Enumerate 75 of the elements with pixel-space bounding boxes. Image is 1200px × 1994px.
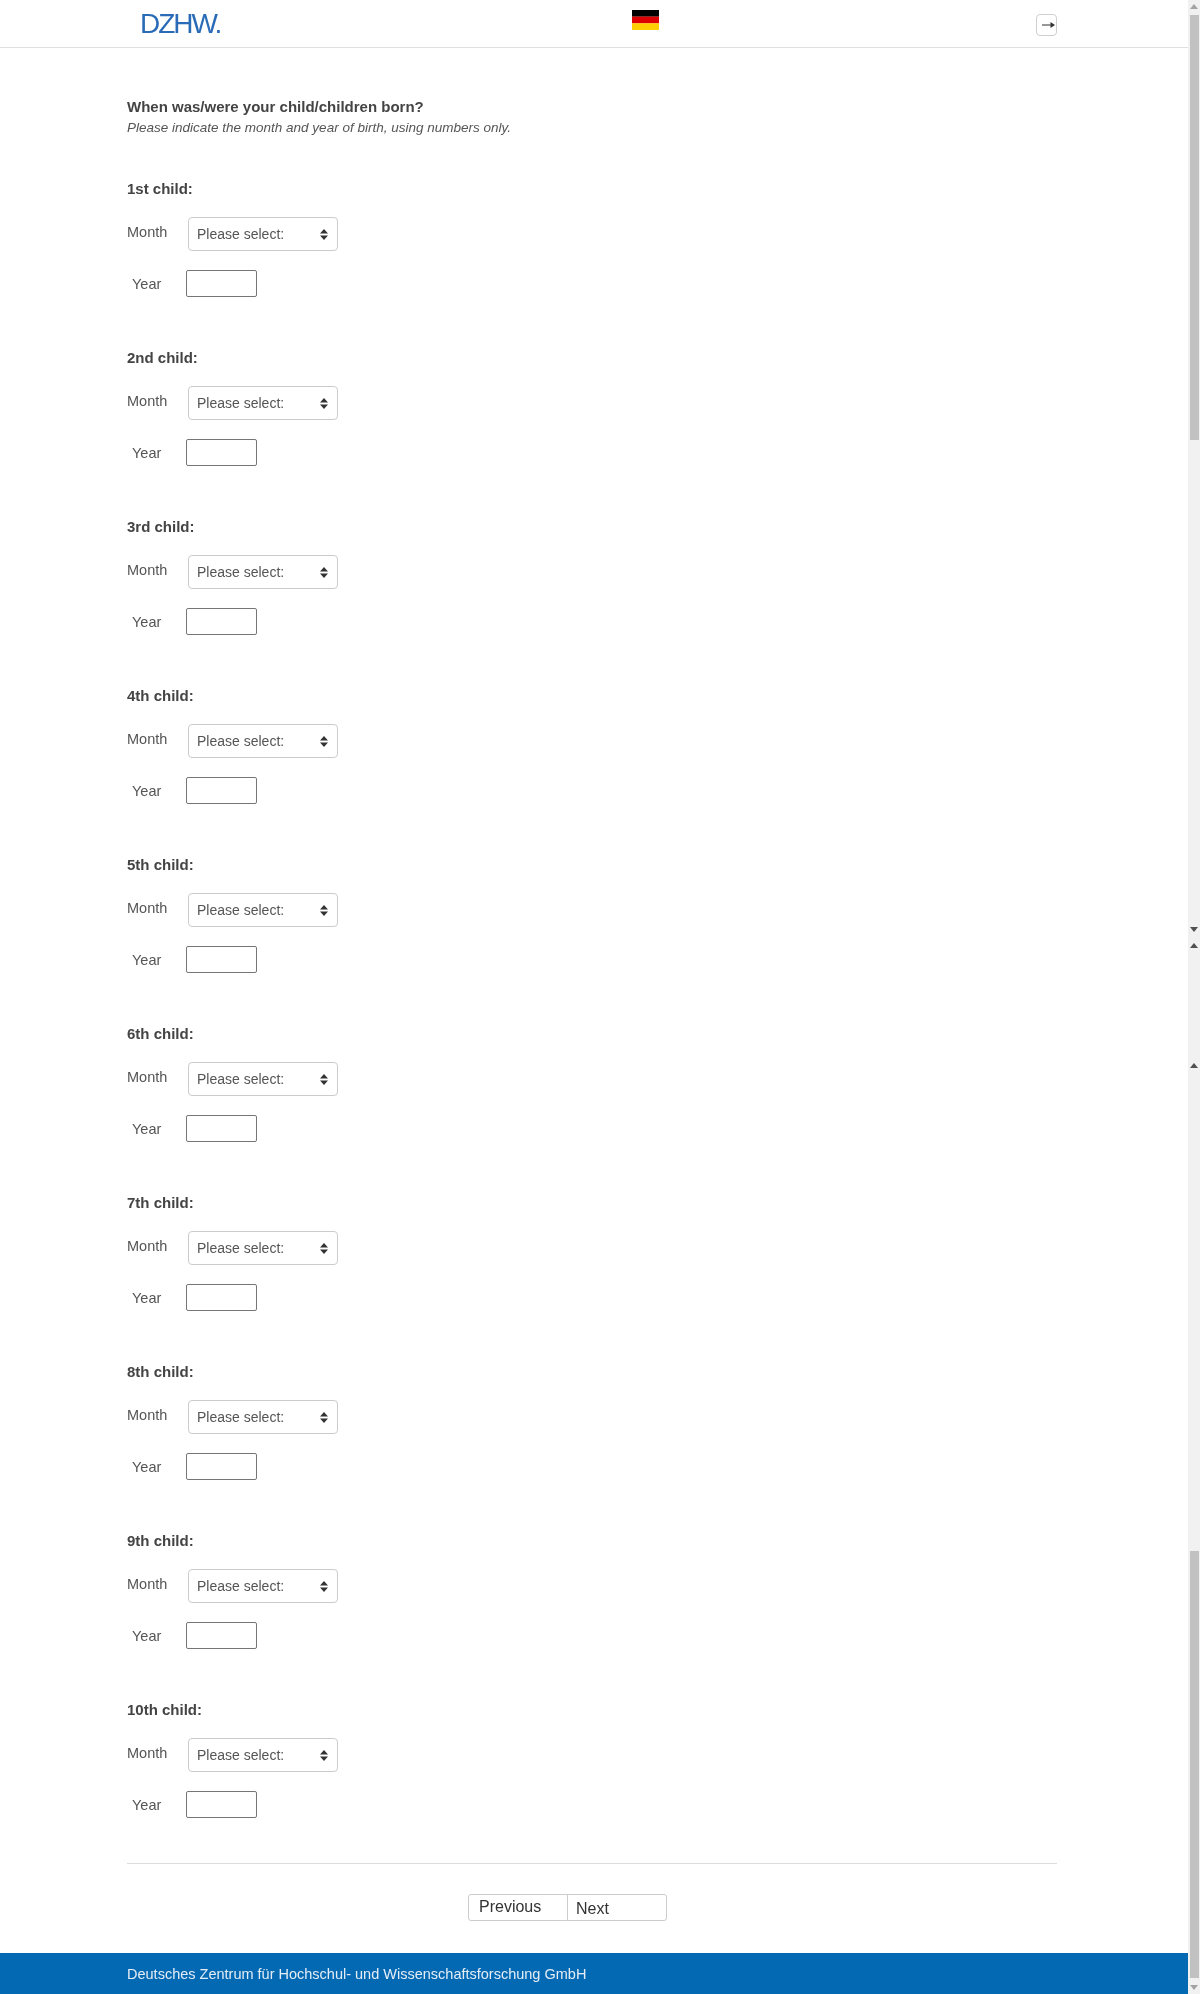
child-heading: 5th child: (127, 855, 194, 875)
child-heading: 1st child: (127, 179, 193, 199)
up-down-caret-icon (320, 1580, 328, 1592)
month-select[interactable]: Please select: (188, 1231, 338, 1265)
month-select[interactable]: Please select: (188, 1400, 338, 1434)
month-label: Month (127, 1744, 168, 1763)
up-down-caret-icon (320, 904, 328, 916)
month-select[interactable]: Please select: (188, 1062, 338, 1096)
year-label: Year (132, 1288, 162, 1308)
up-down-caret-icon (320, 566, 328, 578)
month-label: Month (127, 1237, 168, 1256)
month-label: Month (127, 392, 168, 411)
scrollbar-track[interactable] (1188, 0, 1200, 1994)
child-heading: 6th child: (127, 1024, 194, 1044)
scrollbar-thumb[interactable] (1190, 1551, 1199, 1978)
up-down-caret-icon (320, 1242, 328, 1254)
year-input-field[interactable] (186, 777, 257, 804)
arrow-right-icon (1042, 22, 1055, 28)
year-input-field[interactable] (186, 946, 257, 973)
flag-icon[interactable] (632, 10, 659, 30)
logout-button[interactable] (1036, 14, 1057, 36)
up-down-caret-icon (320, 1749, 328, 1761)
month-select[interactable]: Please select: (188, 386, 338, 420)
previous-button[interactable]: Previous (468, 1894, 568, 1921)
year-input-field[interactable] (186, 270, 257, 297)
year-input-field[interactable] (186, 439, 257, 466)
year-label: Year (132, 1457, 162, 1477)
month-select[interactable]: Please select: (188, 893, 338, 927)
up-down-caret-icon (320, 1411, 328, 1423)
year-label: Year (132, 950, 162, 970)
year-label: Year (132, 612, 162, 632)
logo-text[interactable]: DZHW. (140, 8, 221, 39)
month-label: Month (127, 899, 168, 918)
year-label: Year (132, 781, 162, 801)
child-heading: 8th child: (127, 1362, 194, 1382)
month-label: Month (127, 730, 168, 749)
year-label: Year (132, 443, 162, 463)
month-label: Month (127, 223, 168, 242)
scrollbar-thumb[interactable] (1190, 15, 1199, 440)
month-select[interactable]: Please select: (188, 1738, 338, 1772)
month-select[interactable]: Please select: (188, 1569, 338, 1603)
year-label: Year (132, 1626, 162, 1646)
month-select[interactable]: Please select: (188, 724, 338, 758)
child-heading: 3rd child: (127, 517, 195, 537)
question-title: When was/were your child/children born? (127, 97, 425, 117)
month-label: Month (127, 1068, 168, 1087)
month-label: Month (127, 561, 168, 580)
next-button[interactable]: Next (567, 1894, 667, 1921)
question-hint: Please indicate the month and year of birth, using numbers only. (127, 119, 512, 137)
year-input-field[interactable] (186, 608, 257, 635)
year-label: Year (132, 274, 162, 294)
year-input-field[interactable] (186, 1791, 257, 1818)
child-heading: 9th child: (127, 1531, 194, 1551)
footer-text: Deutsches Zentrum für Hochschul- und Wissenschaftsforschung GmbH (127, 1965, 587, 1982)
year-input-field[interactable] (186, 1115, 257, 1142)
up-down-caret-icon (320, 735, 328, 747)
scroll-down-arrow-icon[interactable] (1190, 927, 1198, 932)
scroll-up-arrow-icon[interactable] (1190, 943, 1198, 948)
year-input-field[interactable] (186, 1284, 257, 1311)
month-label: Month (127, 1406, 168, 1425)
up-down-caret-icon (320, 1073, 328, 1085)
year-input-field[interactable] (186, 1622, 257, 1649)
scroll-up-arrow-icon[interactable] (1190, 1063, 1198, 1068)
child-heading: 7th child: (127, 1193, 194, 1213)
child-heading: 10th child: (127, 1700, 202, 1720)
year-input-field[interactable] (186, 1453, 257, 1480)
child-heading: 4th child: (127, 686, 194, 706)
year-label: Year (132, 1119, 162, 1139)
month-select[interactable]: Please select: (188, 555, 338, 589)
year-label: Year (132, 1795, 162, 1815)
month-label: Month (127, 1575, 168, 1594)
month-select[interactable]: Please select: (188, 217, 338, 251)
child-heading: 2nd child: (127, 348, 198, 368)
up-down-caret-icon (320, 228, 328, 240)
up-down-caret-icon (320, 397, 328, 409)
